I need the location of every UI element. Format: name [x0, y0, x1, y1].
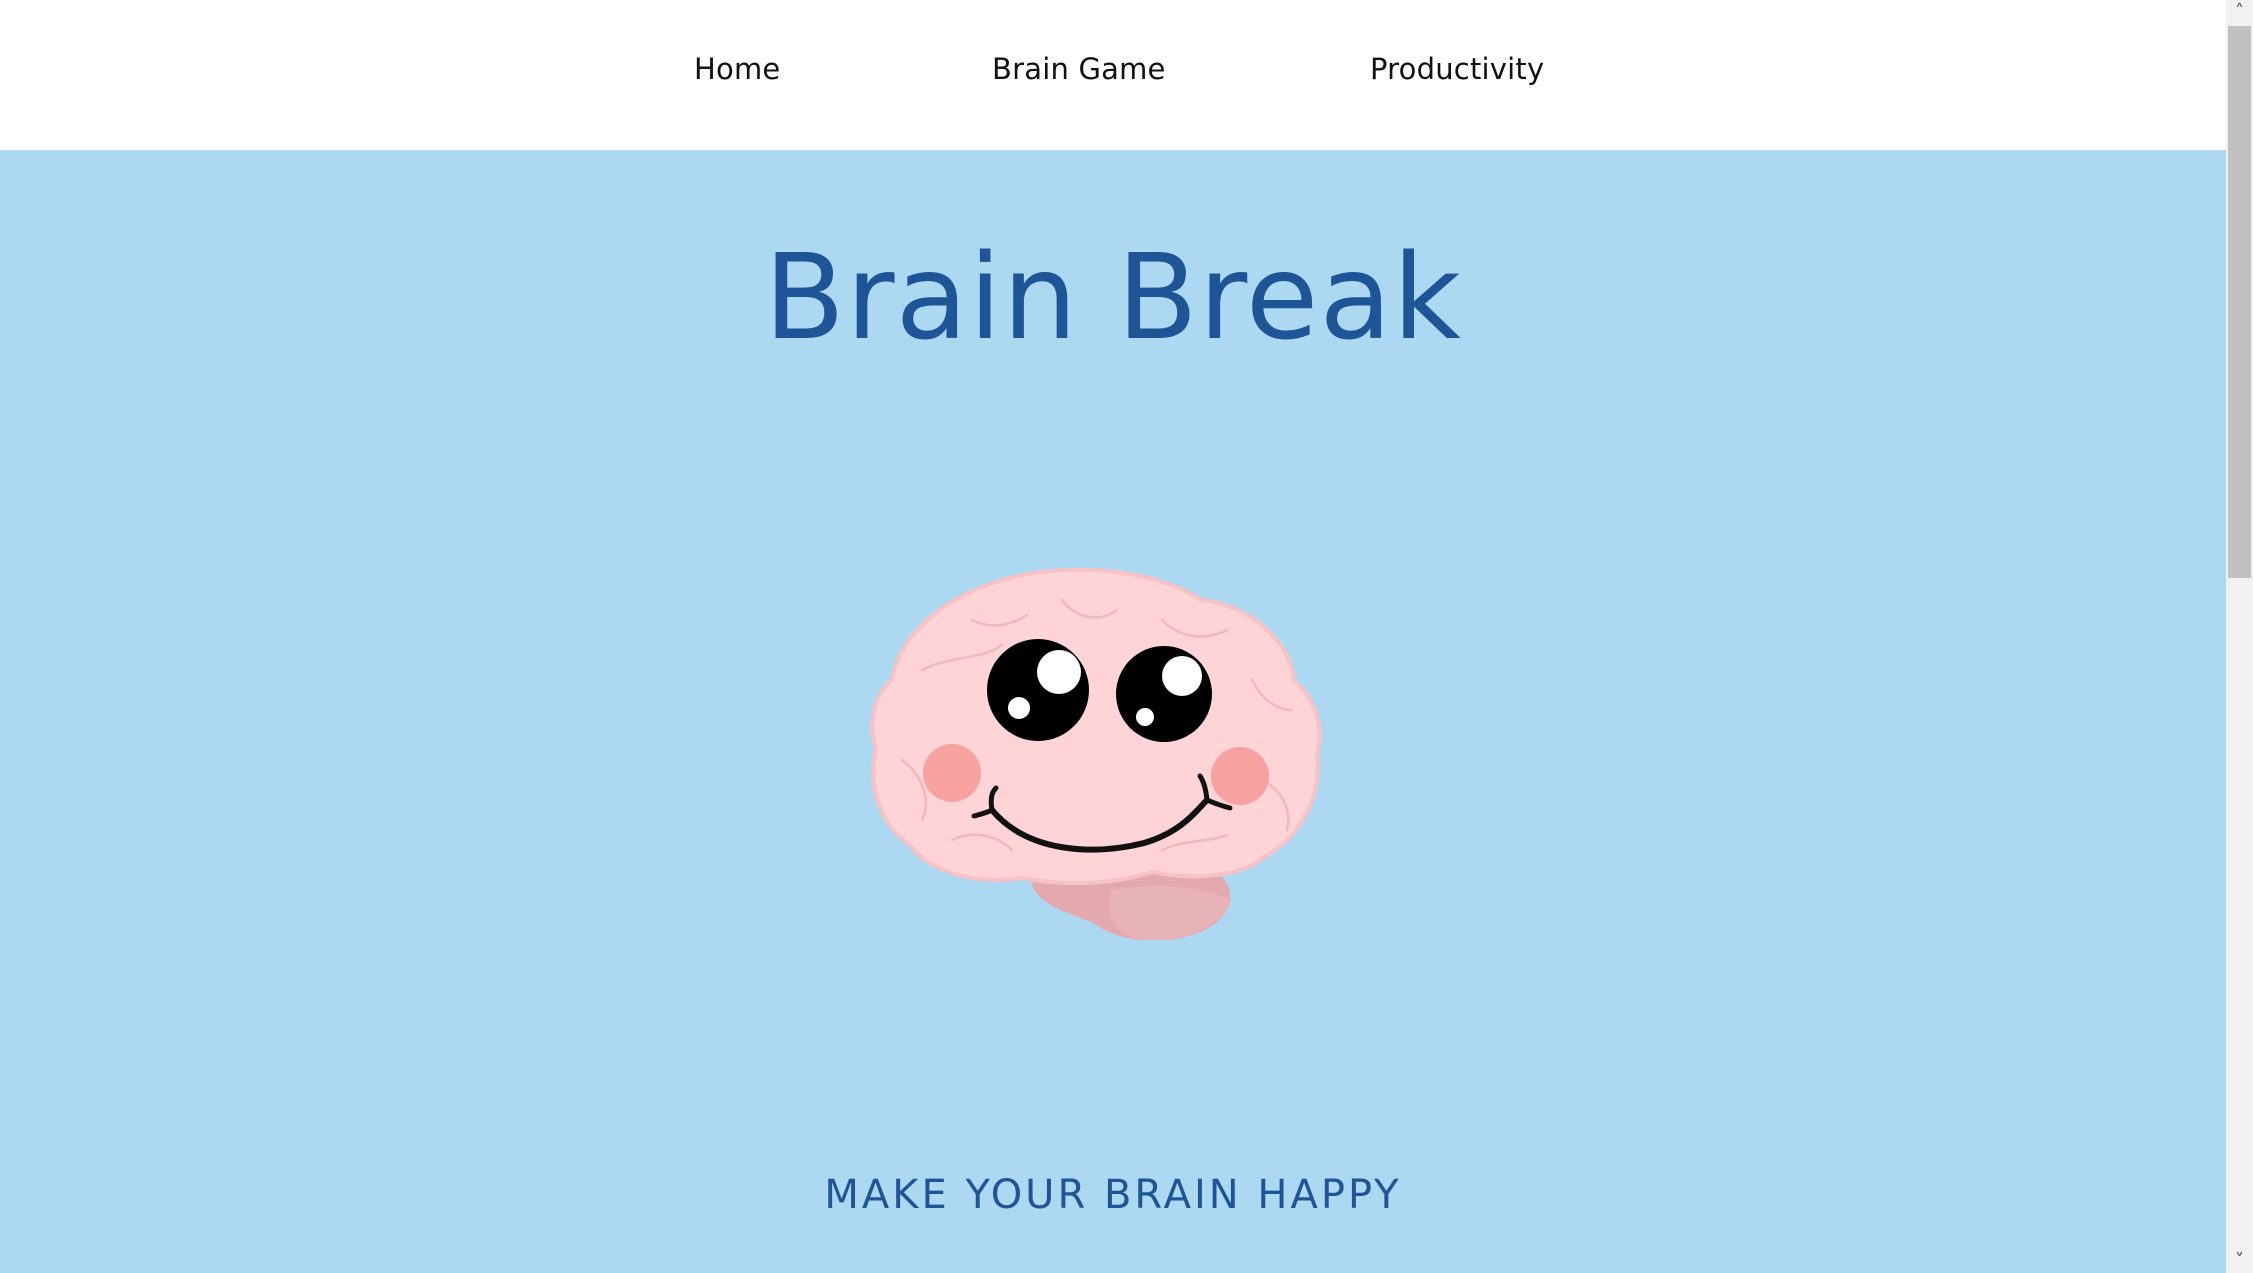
- chevron-up-icon[interactable]: ˄: [2226, 0, 2253, 24]
- scrollbar-thumb[interactable]: [2228, 26, 2251, 578]
- page-scrollbar[interactable]: ˄ ˅: [2226, 0, 2253, 1273]
- smiling-brain-icon: [870, 567, 1322, 940]
- nav-link-brain-game[interactable]: Brain Game: [992, 52, 1166, 86]
- hero-tagline: MAKE YOUR BRAIN HAPPY: [824, 1172, 1402, 1218]
- nav-link-productivity[interactable]: Productivity: [1370, 52, 1544, 86]
- hero-title: Brain Break: [764, 228, 1462, 366]
- nav-link-home[interactable]: Home: [694, 52, 780, 86]
- page: Home Brain Game Productivity Brain Break: [0, 0, 2226, 1273]
- top-navigation: Home Brain Game Productivity: [0, 0, 2226, 150]
- chevron-down-icon[interactable]: ˅: [2226, 1249, 2253, 1273]
